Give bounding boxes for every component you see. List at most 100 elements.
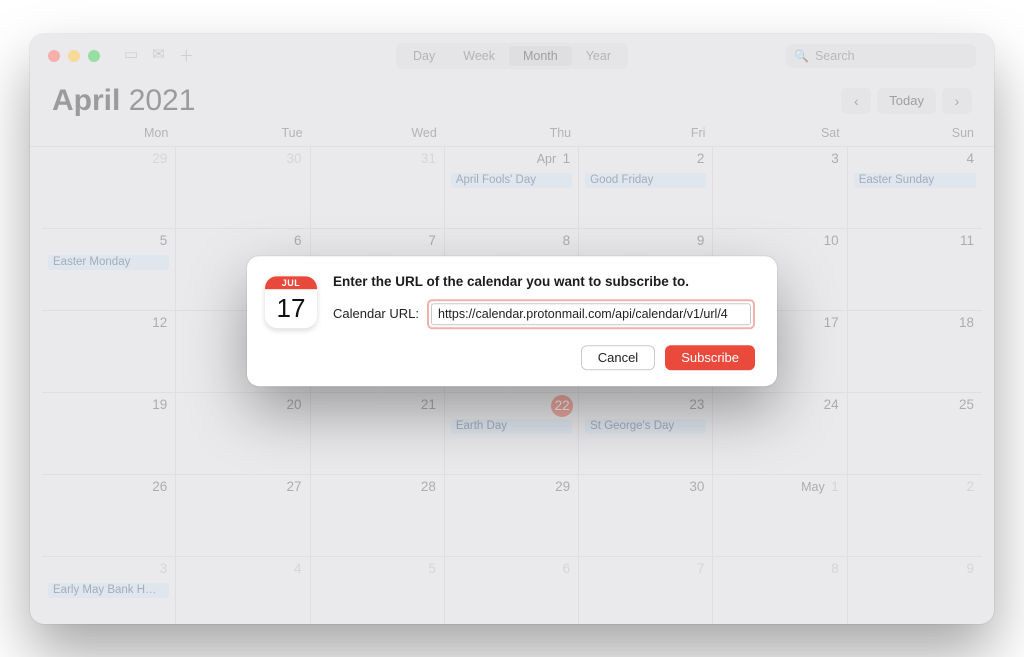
event-pill[interactable]: Earth Day: [451, 419, 572, 434]
today-day-number: 22: [551, 395, 573, 417]
day-cell[interactable]: May 1: [713, 475, 847, 557]
event-pill[interactable]: Easter Monday: [48, 255, 169, 270]
calendar-url-input[interactable]: [431, 303, 751, 325]
day-number: 28: [421, 479, 436, 494]
event-pill[interactable]: St George's Day: [585, 419, 706, 434]
day-number: 9: [697, 233, 705, 248]
day-number: 9: [966, 561, 974, 576]
day-number: 3: [160, 561, 168, 576]
day-number: 30: [689, 479, 704, 494]
search-field[interactable]: 🔍: [786, 44, 976, 68]
toolbar-icons: ▭ ✉ ＋: [124, 45, 194, 66]
day-number: 30: [287, 151, 302, 166]
window-controls: [48, 50, 100, 62]
cancel-button[interactable]: Cancel: [581, 345, 655, 370]
inbox-icon[interactable]: ✉: [152, 45, 165, 66]
day-cell[interactable]: Apr 1 April Fools' Day: [445, 147, 579, 229]
day-cell[interactable]: 9: [848, 557, 982, 624]
event-pill[interactable]: Early May Bank H…: [48, 583, 169, 598]
day-cell[interactable]: 6: [445, 557, 579, 624]
add-icon[interactable]: ＋: [179, 45, 194, 66]
event-pill[interactable]: Good Friday: [585, 173, 706, 188]
day-cell[interactable]: 20: [176, 393, 310, 475]
month-nav: ‹ Today ›: [841, 88, 972, 114]
weekday-label: Thu: [445, 126, 579, 140]
dialog-title: Enter the URL of the calendar you want t…: [333, 274, 755, 289]
subscribe-button[interactable]: Subscribe: [665, 345, 755, 370]
day-number: 4: [966, 151, 974, 166]
search-input[interactable]: [815, 49, 966, 63]
subscribe-calendar-dialog: JUL 17 Enter the URL of the calendar you…: [247, 256, 777, 386]
view-month[interactable]: Month: [509, 46, 572, 66]
day-number: 26: [152, 479, 167, 494]
day-number: 11: [960, 233, 974, 248]
day-number: 23: [689, 397, 704, 412]
weekday-label: Wed: [311, 126, 445, 140]
day-cell[interactable]: 3: [713, 147, 847, 229]
day-cell[interactable]: 7: [579, 557, 713, 624]
day-number: May 1: [801, 479, 839, 494]
day-number: 3: [831, 151, 839, 166]
day-number: 20: [287, 397, 302, 412]
view-segmented-control[interactable]: DayWeekMonthYear: [396, 43, 628, 69]
day-cell[interactable]: 21: [311, 393, 445, 475]
month-title: April 2021: [52, 84, 195, 118]
day-cell[interactable]: 29: [445, 475, 579, 557]
view-week[interactable]: Week: [449, 46, 509, 66]
day-cell[interactable]: 4: [176, 557, 310, 624]
calendars-icon[interactable]: ▭: [124, 45, 138, 66]
day-number: 17: [824, 315, 839, 330]
day-cell[interactable]: 4 Easter Sunday: [848, 147, 982, 229]
day-cell[interactable]: 19: [42, 393, 176, 475]
day-cell[interactable]: 8: [713, 557, 847, 624]
day-number: 6: [294, 233, 302, 248]
day-cell[interactable]: 26: [42, 475, 176, 557]
view-day[interactable]: Day: [399, 46, 449, 66]
day-number: 24: [824, 397, 839, 412]
day-cell[interactable]: 30: [579, 475, 713, 557]
day-number: 29: [555, 479, 570, 494]
day-cell[interactable]: 5 Easter Monday: [42, 229, 176, 311]
minimize-window-button[interactable]: [68, 50, 80, 62]
search-icon: 🔍: [794, 49, 809, 63]
calendar-url-field-highlight: [427, 299, 755, 329]
day-number: 4: [294, 561, 302, 576]
day-number: 5: [160, 233, 168, 248]
day-cell[interactable]: 18: [848, 311, 982, 393]
day-number: 6: [563, 561, 571, 576]
day-cell[interactable]: 30: [176, 147, 310, 229]
calendar-window: ▭ ✉ ＋ DayWeekMonthYear 🔍 April 2021 ‹ To…: [30, 34, 994, 624]
day-cell[interactable]: 2Good Friday: [579, 147, 713, 229]
view-year[interactable]: Year: [572, 46, 625, 66]
day-number: Apr 1: [537, 151, 570, 166]
day-cell[interactable]: 23 St George's Day: [579, 393, 713, 475]
day-cell[interactable]: 24: [713, 393, 847, 475]
month-header: April 2021 ‹ Today ›: [30, 78, 994, 122]
prev-month-button[interactable]: ‹: [841, 88, 871, 114]
zoom-window-button[interactable]: [88, 50, 100, 62]
day-cell[interactable]: 28: [311, 475, 445, 557]
day-cell[interactable]: 2: [848, 475, 982, 557]
day-cell[interactable]: 22 Earth Day: [445, 393, 579, 475]
event-pill[interactable]: Easter Sunday: [854, 173, 976, 188]
calendar-icon-month: JUL: [265, 276, 317, 289]
day-number: 18: [959, 315, 974, 330]
day-number: 21: [421, 397, 436, 412]
day-number: 27: [287, 479, 302, 494]
day-cell[interactable]: 29: [42, 147, 176, 229]
close-window-button[interactable]: [48, 50, 60, 62]
weekday-row: MonTueWedThuFriSatSun: [30, 122, 994, 146]
event-pill[interactable]: April Fools' Day: [451, 173, 572, 188]
day-cell[interactable]: 5: [311, 557, 445, 624]
day-number: 29: [152, 151, 167, 166]
titlebar: ▭ ✉ ＋ DayWeekMonthYear 🔍: [30, 34, 994, 78]
day-cell[interactable]: 31: [311, 147, 445, 229]
day-cell[interactable]: 11: [848, 229, 982, 311]
today-button[interactable]: Today: [877, 88, 936, 114]
day-cell[interactable]: 12: [42, 311, 176, 393]
weekday-label: Tue: [176, 126, 310, 140]
day-cell[interactable]: 27: [176, 475, 310, 557]
day-cell[interactable]: 3 Early May Bank H…: [42, 557, 176, 624]
day-cell[interactable]: 25: [848, 393, 982, 475]
next-month-button[interactable]: ›: [942, 88, 972, 114]
